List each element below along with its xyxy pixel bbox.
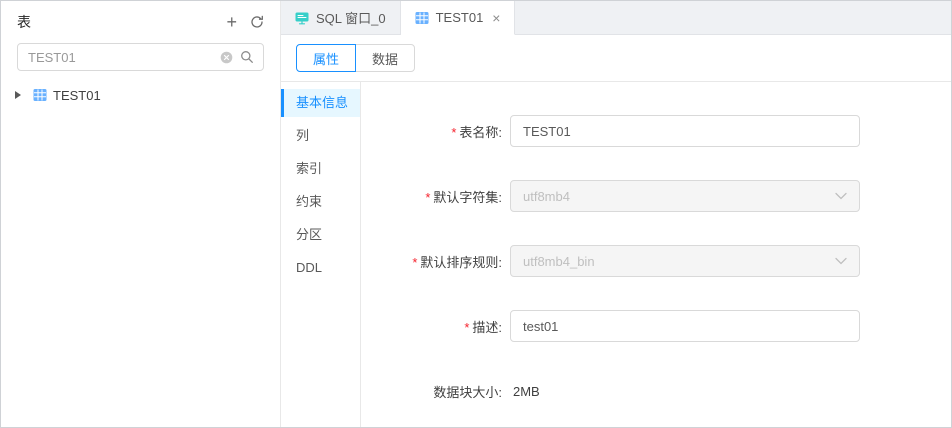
table-icon [33, 88, 47, 102]
table-tree: TEST01 [1, 83, 280, 107]
table-name-label: * 表名称: [451, 124, 502, 140]
form-row-charset: * 默认字符集: utf8mb4 [361, 180, 951, 212]
form-row-table-name: * 表名称: [361, 115, 951, 147]
properties-content: 基本信息 列 索引 约束 分区 DDL *表名称: *默认字符集: [281, 82, 951, 427]
charset-select: utf8mb4 [510, 180, 860, 212]
basic-info-form: *表名称: *默认字符集: utf8mb4 [361, 82, 951, 427]
tab-test01[interactable]: TEST01 × [400, 1, 516, 35]
sidebar-header: 表 + [1, 1, 280, 41]
description-label: * 描述: [464, 319, 502, 335]
charset-label: * 默认字符集: [425, 189, 502, 205]
view-switch-toolbar: 属性 数据 [281, 35, 951, 82]
tree-item-label: TEST01 [53, 87, 101, 103]
charset-value: utf8mb4 [523, 188, 570, 204]
sidebar-title: 表 [17, 14, 31, 30]
table-properties-window: 表 + TEST01 TEST01 SQL 窗口_0 TEST01 × 属性 数… [0, 0, 952, 428]
form-row-description: * 描述: [361, 310, 951, 342]
tab-bar: SQL 窗口_0 TEST01 × [281, 1, 951, 35]
caret-right-icon[interactable] [15, 91, 21, 99]
data-block-size-label: 数据块大小: [433, 384, 502, 400]
required-mark: * [464, 319, 470, 335]
tab-sql-window[interactable]: SQL 窗口_0 [281, 1, 401, 34]
menu-item-ddl[interactable]: DDL [281, 254, 360, 282]
menu-item-basic-info[interactable]: 基本信息 [281, 89, 360, 117]
menu-item-partitions[interactable]: 分区 [281, 221, 360, 249]
close-tab-icon[interactable]: × [492, 11, 500, 25]
data-block-size-value: 2MB [513, 383, 540, 399]
collation-label: * 默认排序规则: [412, 254, 502, 270]
tab-label: TEST01 [435, 10, 484, 25]
form-row-collation: * 默认排序规则: utf8mb4_bin [361, 245, 951, 277]
refresh-icon[interactable] [250, 15, 264, 29]
table-search-input[interactable] [28, 49, 213, 65]
form-row-data-block-size: 数据块大小: 2MB [361, 375, 951, 407]
tab-data[interactable]: 数据 [355, 44, 416, 72]
table-name-input[interactable] [510, 115, 860, 147]
collation-select: utf8mb4_bin [510, 245, 860, 277]
tab-label: SQL 窗口_0 [316, 11, 386, 26]
required-mark: * [425, 189, 431, 205]
clear-search-icon[interactable] [220, 51, 233, 64]
collation-value: utf8mb4_bin [523, 253, 595, 269]
main-area: SQL 窗口_0 TEST01 × 属性 数据 基本信息 列 索引 约束 分区 … [281, 1, 951, 427]
chevron-down-icon [835, 257, 847, 265]
add-table-icon[interactable]: + [226, 13, 237, 31]
tab-properties[interactable]: 属性 [296, 44, 357, 72]
chevron-down-icon [835, 192, 847, 200]
section-menu: 基本信息 列 索引 约束 分区 DDL [281, 82, 361, 427]
table-icon [415, 11, 429, 25]
sidebar: 表 + TEST01 TEST01 [1, 1, 281, 427]
table-search-box [17, 43, 264, 71]
sql-console-icon [295, 11, 309, 25]
required-mark: * [412, 254, 418, 270]
menu-item-columns[interactable]: 列 [281, 122, 360, 150]
menu-item-constraints[interactable]: 约束 [281, 188, 360, 216]
view-switch: 属性 数据 [296, 44, 416, 72]
menu-item-indexes[interactable]: 索引 [281, 155, 360, 183]
required-mark: * [451, 124, 457, 140]
description-input[interactable] [510, 310, 860, 342]
tree-item-test01[interactable]: TEST01 [1, 83, 280, 107]
search-icon[interactable] [240, 50, 254, 64]
